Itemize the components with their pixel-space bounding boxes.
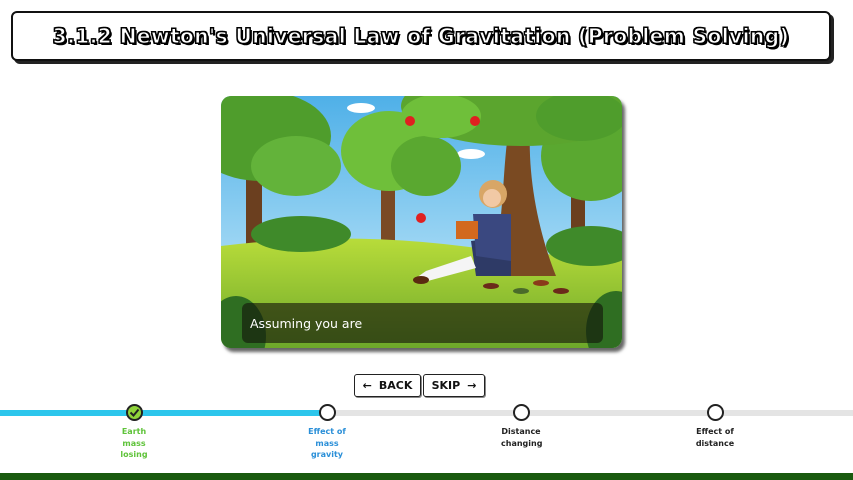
progress-fill	[0, 410, 329, 416]
page-title: 3.1.2 Newton's Universal Law of Gravitat…	[52, 24, 790, 49]
step-distance-changing[interactable]: Distance changing	[491, 404, 551, 449]
back-button-label: BACK	[378, 379, 413, 392]
skip-button[interactable]: SKIP →	[423, 374, 485, 397]
step-label: Earth mass losing	[120, 427, 148, 459]
step-label: Effect of distance	[695, 427, 735, 448]
title-banner: 3.1.2 Newton's Universal Law of Gravitat…	[11, 11, 831, 61]
caption-text: Assuming you are	[250, 315, 363, 331]
step-marker	[318, 404, 336, 421]
step-label: Effect of mass gravity	[308, 427, 346, 459]
step-marker	[706, 404, 724, 421]
step-effect-of-mass-gravity[interactable]: Effect of mass gravity	[297, 404, 357, 461]
back-button[interactable]: ← BACK	[354, 374, 421, 397]
arrow-left-icon: ←	[362, 379, 372, 392]
arrow-right-icon: →	[467, 379, 477, 392]
step-earth-mass-losing[interactable]: Earth mass losing	[104, 404, 164, 461]
narration-caption: Assuming you are	[242, 303, 603, 343]
step-marker	[512, 404, 530, 421]
step-label: Distance changing	[501, 427, 543, 448]
skip-button-label: SKIP	[431, 379, 461, 392]
checkmark-icon	[129, 408, 139, 417]
footer-bar	[0, 473, 853, 480]
step-marker	[125, 404, 143, 421]
step-effect-of-distance[interactable]: Effect of distance	[685, 404, 745, 449]
